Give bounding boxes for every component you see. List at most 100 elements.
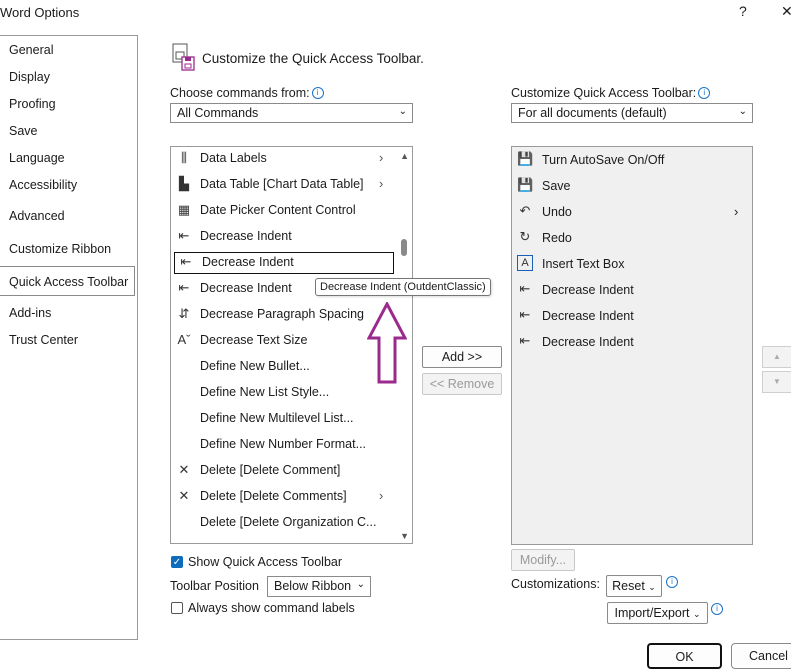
command-list-item[interactable]: ▦ Date Picker Content Control: [171, 199, 395, 223]
help-button[interactable]: ?: [739, 3, 747, 19]
choose-commands-label: Choose commands from: i: [170, 86, 324, 100]
reset-label: Reset: [612, 579, 645, 593]
info-icon[interactable]: i: [711, 603, 723, 615]
command-label: Define New Bullet...: [200, 359, 310, 373]
toolbar-list-item[interactable]: 💾 Turn AutoSave On/Off: [512, 147, 752, 173]
scroll-up-arrow-icon[interactable]: ▲: [400, 151, 409, 161]
add-button[interactable]: Add >>: [422, 346, 502, 368]
submenu-chevron-icon: ›: [379, 150, 384, 165]
nav-item-proofing[interactable]: Proofing: [9, 97, 56, 111]
command-list-item[interactable]: ⫼ Data Labels ›: [171, 147, 395, 171]
nav-item-general[interactable]: General: [9, 43, 53, 57]
toolbar-list-item[interactable]: ⇤ Decrease Indent: [512, 277, 752, 303]
import-export-button[interactable]: Import/Export ⌄: [607, 602, 708, 624]
decrease-indent-icon: ⇤: [180, 254, 192, 269]
nav-item-advanced[interactable]: Advanced: [9, 209, 65, 223]
submenu-chevron-icon: ›: [379, 176, 384, 191]
submenu-chevron-icon: ›: [379, 488, 384, 503]
cancel-button[interactable]: Cancel: [731, 643, 791, 669]
toolbar-list-item[interactable]: ↻ Redo: [512, 225, 752, 251]
save-icon: 💾: [517, 177, 534, 192]
toolbar-item-label: Insert Text Box: [542, 257, 625, 271]
command-label: Decrease Paragraph Spacing: [200, 307, 364, 321]
ok-button[interactable]: OK: [647, 643, 722, 669]
command-list-item[interactable]: ⇤ Decrease Indent: [173, 251, 395, 275]
nav-item-add-ins[interactable]: Add-ins: [9, 306, 51, 320]
decrease-indent-icon: ⇤: [519, 307, 531, 322]
move-down-button[interactable]: ▼: [762, 371, 791, 393]
command-list-item[interactable]: ✕ Delete [Delete Comments] ›: [171, 485, 395, 509]
command-list-item[interactable]: ▙ Data Table [Chart Data Table] ›: [171, 173, 395, 197]
info-icon[interactable]: i: [666, 576, 678, 588]
window-title: Word Options: [0, 5, 80, 20]
always-show-labels-checkbox[interactable]: [171, 602, 183, 614]
undo-icon: ↶: [519, 203, 531, 218]
command-list-item[interactable]: Aˇ Decrease Text Size: [171, 329, 395, 353]
customize-qat-dropdown[interactable]: For all documents (default) ⌄: [511, 103, 753, 123]
remove-button[interactable]: << Remove: [422, 373, 502, 395]
toolbar-position-value: Below Ribbon: [274, 579, 352, 593]
close-button[interactable]: ✕: [781, 3, 791, 20]
show-qat-checkbox[interactable]: ✓: [171, 556, 183, 568]
toolbar-commands-list[interactable]: 💾 Turn AutoSave On/Off 💾 Save ↶ Undo › ↻ Redo A In…: [511, 146, 753, 545]
page-title: Customize the Quick Access Toolbar.: [202, 51, 424, 66]
command-label: Decrease Indent: [202, 255, 294, 269]
nav-item-trust-center[interactable]: Trust Center: [9, 333, 78, 347]
command-label: Delete [Delete Organization C...: [200, 515, 377, 529]
command-list-item[interactable]: Define New Multilevel List...: [171, 407, 395, 431]
decrease-indent-icon: ⇤: [178, 280, 190, 295]
toolbar-list-item[interactable]: ↶ Undo ›: [512, 199, 752, 225]
scrollbar-thumb[interactable]: [401, 239, 407, 256]
redo-icon: ↻: [519, 229, 531, 244]
nav-item-language[interactable]: Language: [9, 151, 65, 165]
toolbar-list-item[interactable]: 💾 Save: [512, 173, 752, 199]
command-list-item[interactable]: ✕ Delete [Delete Comment]: [171, 459, 395, 483]
command-label: Decrease Indent: [200, 229, 292, 243]
decrease-indent-icon: ⇤: [519, 333, 531, 348]
choose-commands-dropdown[interactable]: All Commands ⌄: [170, 103, 413, 123]
quick-access-toolbar-icon: [170, 42, 198, 72]
modify-button[interactable]: Modify...: [511, 549, 575, 571]
chevron-down-icon: ⌄: [648, 582, 656, 592]
customizations-label: Customizations:: [511, 577, 600, 591]
customize-qat-label: Customize Quick Access Toolbar: i: [511, 86, 711, 100]
scroll-down-arrow-icon[interactable]: ▼: [400, 531, 409, 541]
chevron-down-icon: ⌄: [398, 106, 407, 117]
info-icon[interactable]: i: [311, 87, 324, 99]
command-label: Define New Number Format...: [200, 437, 367, 451]
submenu-chevron-icon: ›: [734, 204, 739, 219]
data-labels-icon: ⫼: [181, 150, 187, 165]
toolbar-item-label: Decrease Indent: [542, 309, 634, 323]
nav-item-accessibility[interactable]: Accessibility: [9, 178, 77, 192]
command-tooltip: Decrease Indent (OutdentClassic): [315, 278, 491, 296]
paragraph-spacing-icon: ⇵: [178, 306, 190, 321]
toolbar-item-label: Redo: [542, 231, 572, 245]
arrow-up-annotation-icon: [366, 300, 408, 384]
decrease-text-size-icon: Aˇ: [177, 332, 191, 347]
text-box-icon: A: [517, 255, 533, 271]
toolbar-list-item[interactable]: ⇤ Decrease Indent: [512, 303, 752, 329]
nav-item-customize-ribbon[interactable]: Customize Ribbon: [9, 242, 111, 256]
command-list-item[interactable]: ⇵ Decrease Paragraph Spacing: [171, 303, 395, 327]
toolbar-position-dropdown[interactable]: Below Ribbon ⌄: [267, 576, 371, 597]
command-label: Decrease Text Size: [200, 333, 308, 347]
command-list-item[interactable]: ⇤ Decrease Indent: [171, 225, 395, 249]
command-list-item[interactable]: Define New List Style...: [171, 381, 395, 405]
info-icon[interactable]: i: [698, 87, 711, 99]
toolbar-item-label: Save: [542, 179, 571, 193]
command-list-item[interactable]: Delete [Delete Organization C...: [171, 511, 395, 535]
reset-button[interactable]: Reset ⌄: [606, 575, 662, 597]
move-up-button[interactable]: ▲: [762, 346, 791, 368]
toolbar-item-label: Turn AutoSave On/Off: [542, 153, 665, 167]
always-show-labels-label: Always show command labels: [188, 601, 355, 615]
nav-item-save[interactable]: Save: [9, 124, 38, 138]
nav-item-quick-access-toolbar[interactable]: Quick Access Toolbar: [0, 266, 135, 296]
nav-item-display[interactable]: Display: [9, 70, 50, 84]
data-table-icon: ▙: [179, 176, 189, 191]
toolbar-list-item[interactable]: A Insert Text Box: [512, 251, 752, 277]
delete-comment-icon: ✕: [178, 462, 190, 477]
command-list-item[interactable]: Define New Bullet...: [171, 355, 395, 379]
command-list-item[interactable]: Define New Number Format...: [171, 433, 395, 457]
toolbar-list-item[interactable]: ⇤ Decrease Indent: [512, 329, 752, 355]
decrease-indent-icon: ⇤: [178, 228, 190, 243]
